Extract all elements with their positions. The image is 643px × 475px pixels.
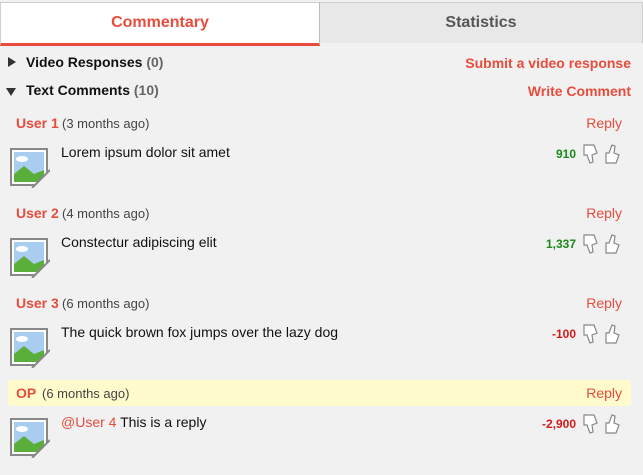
video-responses-count: (0) [146, 54, 164, 70]
vote-score: -100 [551, 327, 576, 341]
comment-username[interactable]: OP [16, 385, 36, 401]
comment-text: The quick brown fox jumps over the lazy … [61, 324, 339, 340]
comment-username[interactable]: User 1 [16, 115, 59, 131]
video-responses-section: Video Responses (0) Submit a video respo… [0, 52, 643, 74]
thumb-down-icon[interactable] [581, 413, 601, 435]
comment-header: User 1 (3 months ago) Reply [8, 110, 631, 136]
expand-triangle-icon[interactable] [8, 57, 16, 67]
broken-image-icon [10, 148, 50, 188]
video-responses-label[interactable]: Video Responses (0) [26, 54, 163, 70]
text-comments-section: Text Comments (10) Write Comment [0, 80, 643, 102]
video-responses-title: Video Responses [26, 54, 143, 70]
text-comments-label[interactable]: Text Comments (10) [26, 82, 159, 98]
collapse-triangle-icon[interactable] [6, 88, 16, 96]
thumb-up-icon[interactable] [603, 413, 623, 435]
comment-item: User 2 (4 months ago) Reply Constectur a… [8, 200, 631, 282]
reply-link[interactable]: Reply [586, 385, 622, 401]
submit-video-response-link[interactable]: Submit a video response [465, 55, 631, 71]
broken-image-icon [10, 238, 50, 278]
vote-score: -2,900 [541, 417, 576, 431]
thumb-down-icon[interactable] [581, 143, 601, 165]
text-comments-title: Text Comments [26, 82, 130, 98]
vote-score: 910 [555, 147, 576, 161]
thumb-up-icon[interactable] [603, 323, 623, 345]
comment-text: This is a reply [120, 414, 207, 430]
comment-text-line: @User 4 This is a reply [61, 414, 206, 430]
thumb-up-icon[interactable] [603, 143, 623, 165]
mention-link[interactable]: @User 4 [61, 414, 116, 430]
thumb-up-icon[interactable] [603, 233, 623, 255]
comment-timestamp: (6 months ago) [42, 386, 130, 401]
comment-text: Constectur adipiscing elit [61, 234, 217, 250]
comment-timestamp: (6 months ago) [62, 296, 150, 311]
comment-timestamp: (3 months ago) [62, 116, 150, 131]
reply-link[interactable]: Reply [586, 205, 622, 221]
broken-image-icon [10, 328, 50, 368]
broken-image-icon [10, 418, 50, 458]
op-reply-item: OP (6 months ago) Reply @User 4 This is … [8, 380, 631, 462]
comment-timestamp: (4 months ago) [62, 206, 150, 221]
reply-link[interactable]: Reply [586, 115, 622, 131]
comment-item: User 3 (6 months ago) Reply The quick br… [8, 290, 631, 372]
comment-item: User 1 (3 months ago) Reply Lorem ipsum … [8, 110, 631, 192]
comment-header: User 3 (6 months ago) Reply [8, 290, 631, 316]
comment-username[interactable]: User 3 [16, 295, 59, 311]
comment-header: OP (6 months ago) Reply [8, 380, 631, 406]
comment-header: User 2 (4 months ago) Reply [8, 200, 631, 226]
tab-bar: Commentary Statistics [0, 0, 643, 46]
thumb-down-icon[interactable] [581, 323, 601, 345]
tab-commentary[interactable]: Commentary [0, 2, 320, 46]
comment-username[interactable]: User 2 [16, 205, 59, 221]
write-comment-link[interactable]: Write Comment [528, 83, 631, 99]
thumb-down-icon[interactable] [581, 233, 601, 255]
vote-score: 1,337 [545, 237, 576, 251]
reply-link[interactable]: Reply [586, 295, 622, 311]
tab-statistics[interactable]: Statistics [319, 2, 643, 43]
comment-text: Lorem ipsum dolor sit amet [61, 144, 230, 160]
text-comments-count: (10) [133, 82, 159, 98]
